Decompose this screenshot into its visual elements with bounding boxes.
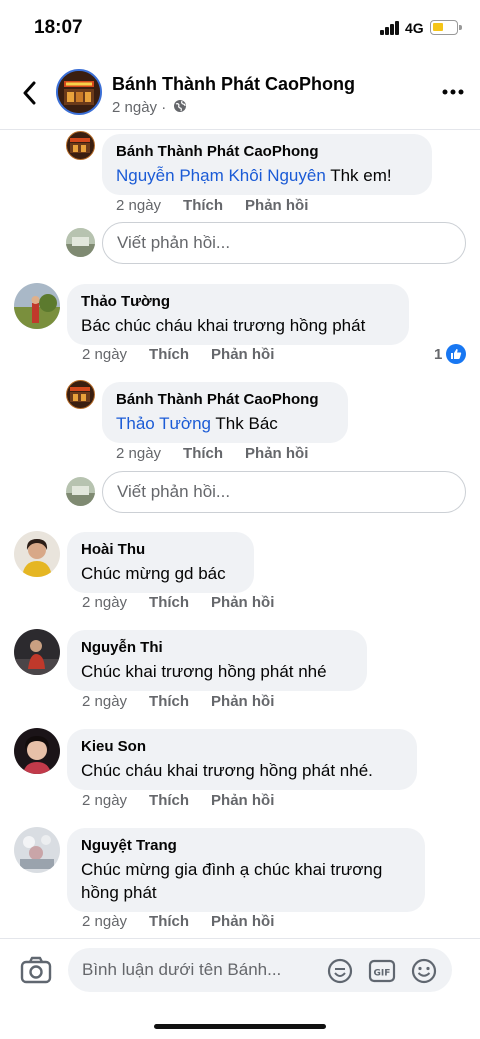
reply-input-placeholder: Viết phản hồi... (117, 233, 231, 252)
comment-body: Thk Bác (211, 414, 278, 433)
comment-bubble: Kieu Son Chúc cháu khai trương hồng phát… (67, 729, 417, 790)
comment-bubble: Nguyễn Thi Chúc khai trương hồng phát nh… (67, 630, 367, 691)
commenter-avatar[interactable] (14, 827, 60, 873)
reaction-count-value: 1 (434, 345, 443, 363)
globe-icon (174, 100, 187, 112)
camera-icon[interactable] (20, 955, 52, 985)
comment-composer: Bình luận dưới tên Bánh... GIF (0, 938, 480, 1039)
reply-input[interactable]: Viết phản hồi... (102, 471, 466, 513)
comment-bubble: Hoài Thu Chúc mừng gd bác (67, 532, 254, 593)
reply-button[interactable]: Phản hồi (211, 346, 274, 363)
reply-button[interactable]: Phản hồi (211, 792, 274, 809)
comment-input-placeholder: Bình luận dưới tên Bánh... (82, 960, 282, 979)
comment-time: 2 ngày (82, 913, 128, 930)
commenter-name[interactable]: Kieu Son (81, 737, 403, 757)
home-indicator[interactable] (154, 1024, 326, 1029)
like-button[interactable]: Thích (149, 792, 189, 809)
comment-text: Chúc cháu khai trương hồng phát nhé. (81, 761, 373, 780)
comment-text: Bác chúc cháu khai trương hồng phát (81, 316, 366, 335)
commenter-name[interactable]: Bánh Thành Phát CaoPhong (116, 142, 418, 162)
comment-actions: 2 ngày Thích Phản hồi (116, 445, 330, 462)
commenter-avatar[interactable] (14, 283, 60, 329)
mention-link[interactable]: Thảo Tường (116, 414, 211, 433)
status-time: 18:07 (34, 17, 83, 38)
comment-actions: 2 ngày Thích Phản hồi (82, 594, 296, 611)
like-button[interactable]: Thích (149, 693, 189, 710)
commenter-avatar[interactable] (14, 629, 60, 675)
comment-bubble: Thảo Tường Bác chúc cháu khai trương hồn… (67, 284, 409, 345)
comment-time: 2 ngày (82, 792, 128, 809)
like-button[interactable]: Thích (183, 445, 223, 462)
commenter-name[interactable]: Nguyệt Trang (81, 836, 411, 856)
comment-text: Chúc khai trương hồng phát nhé (81, 662, 327, 681)
comment-bubble: Nguyệt Trang Chúc mừng gia đình ạ chúc k… (67, 828, 425, 912)
comment-body: Thk em! (325, 166, 392, 185)
comment-time: 2 ngày (116, 197, 162, 214)
post-time-text: 2 ngày · (112, 99, 167, 116)
reply-button[interactable]: Phản hồi (245, 445, 308, 462)
reaction-count[interactable]: 1 (434, 344, 467, 364)
reply-button[interactable]: Phản hồi (211, 913, 274, 930)
back-arrow-icon[interactable] (14, 78, 44, 108)
comment-bubble: Bánh Thành Phát CaoPhong Thảo Tường Thk … (102, 382, 348, 443)
user-avatar (66, 477, 95, 506)
comment-text: Thảo Tường Thk Bác (116, 412, 334, 435)
comment-bubble: Bánh Thành Phát CaoPhong Nguyễn Phạm Khô… (102, 134, 432, 195)
reply-input-placeholder: Viết phản hồi... (117, 482, 231, 501)
post-header: Bánh Thành Phát CaoPhong 2 ngày · (0, 60, 480, 130)
reply-input[interactable]: Viết phản hồi... (102, 222, 466, 264)
post-time: 2 ngày · (112, 99, 187, 116)
comment-actions: 2 ngày Thích Phản hồi (82, 792, 296, 809)
svg-text:GIF: GIF (374, 969, 391, 979)
commenter-name[interactable]: Nguyễn Thi (81, 638, 353, 658)
network-type: 4G (405, 20, 424, 36)
comment-time: 2 ngày (82, 594, 128, 611)
commenter-name[interactable]: Bánh Thành Phát CaoPhong (116, 390, 334, 410)
comment-actions: 2 ngày Thích Phản hồi (82, 346, 296, 363)
mention-link[interactable]: Nguyễn Phạm Khôi Nguyên (116, 166, 326, 185)
like-button[interactable]: Thích (149, 913, 189, 930)
battery-icon (430, 20, 462, 35)
comment-actions: 2 ngày Thích Phản hồi (82, 913, 296, 930)
commenter-name[interactable]: Thảo Tường (81, 292, 395, 312)
page-avatar[interactable] (56, 69, 102, 115)
comment-time: 2 ngày (116, 445, 162, 462)
comment-text: Chúc mừng gd bác (81, 564, 226, 583)
page-avatar-small[interactable] (66, 131, 95, 160)
comment-text: Chúc mừng gia đình ạ chúc khai trương hồ… (81, 860, 383, 902)
page-avatar-small[interactable] (66, 380, 95, 409)
cellular-signal-icon (380, 21, 400, 35)
commenter-avatar[interactable] (14, 531, 60, 577)
reply-button[interactable]: Phản hồi (211, 693, 274, 710)
comment-time: 2 ngày (82, 346, 128, 363)
gif-icon[interactable]: GIF (368, 957, 396, 985)
like-thumb-icon (446, 344, 467, 364)
status-bar: 18:07 4G (0, 0, 480, 56)
comment-actions: 2 ngày Thích Phản hồi (82, 693, 296, 710)
comment-actions: 2 ngày Thích Phản hồi (116, 197, 330, 214)
like-button[interactable]: Thích (149, 594, 189, 611)
comment-time: 2 ngày (82, 693, 128, 710)
like-button[interactable]: Thích (183, 197, 223, 214)
sticker-icon[interactable] (326, 957, 354, 985)
page-name[interactable]: Bánh Thành Phát CaoPhong (112, 74, 355, 95)
like-button[interactable]: Thích (149, 346, 189, 363)
commenter-name[interactable]: Hoài Thu (81, 540, 240, 560)
more-icon[interactable] (440, 84, 466, 100)
reply-button[interactable]: Phản hồi (245, 197, 308, 214)
reply-button[interactable]: Phản hồi (211, 594, 274, 611)
comment-text: Nguyễn Phạm Khôi Nguyên Thk em! (116, 164, 418, 187)
comment-input[interactable]: Bình luận dưới tên Bánh... GIF (68, 948, 452, 992)
commenter-avatar[interactable] (14, 728, 60, 774)
emoji-icon[interactable] (410, 957, 438, 985)
user-avatar (66, 228, 95, 257)
